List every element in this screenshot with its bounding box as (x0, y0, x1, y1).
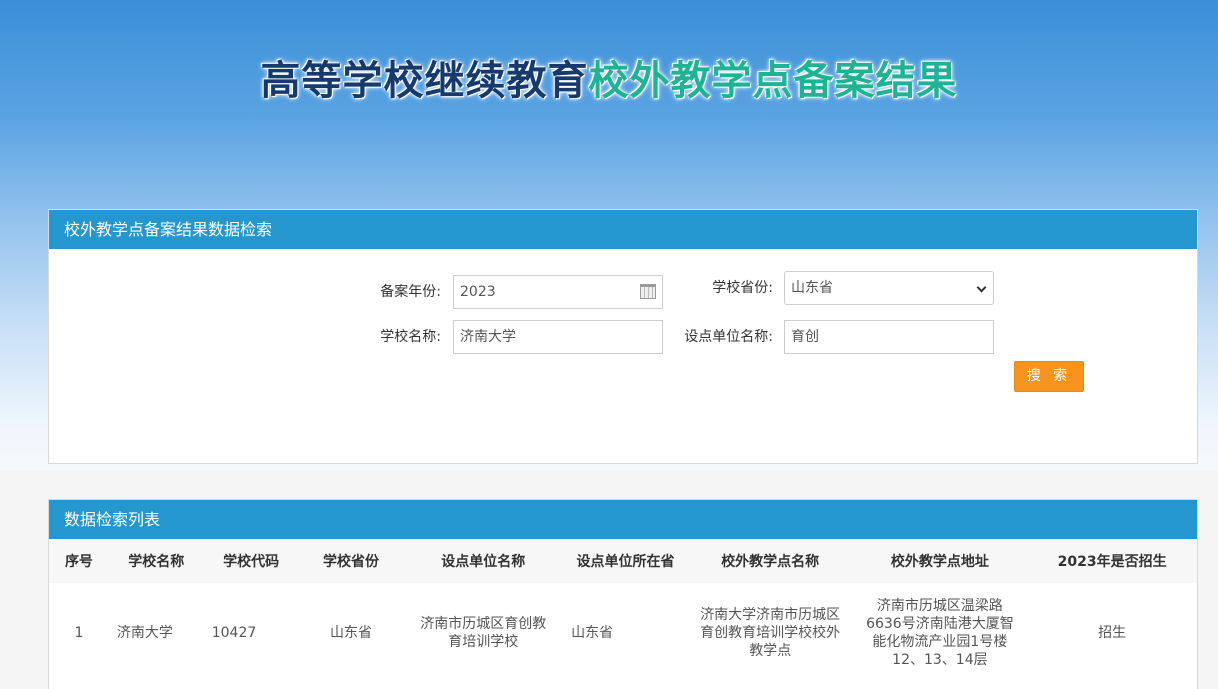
column-header: 校外教学点地址 (852, 539, 1028, 583)
cell-unit-name: 济南市历城区育创教育培训学校 (420, 616, 547, 650)
year-label: 备案年份: (380, 284, 441, 300)
column-header: 学校代码 (203, 539, 299, 583)
column-header: 序号 (49, 539, 109, 583)
cell-school-province: 山东省 (330, 625, 372, 641)
cell-enrollment: 招生 (1098, 625, 1127, 641)
column-header: 学校名称 (108, 539, 204, 583)
chevron-down-icon (976, 282, 987, 293)
year-input[interactable]: 2023 (453, 275, 663, 309)
school-value: 济南大学 (460, 329, 516, 345)
cell-site-address: 济南市历城区温梁路6636号济南陆港大厦智能化物流产业园1号楼12、13、14层 (866, 598, 1014, 668)
search-panel-header: 校外教学点备案结果数据检索 (49, 210, 1197, 249)
table-header-row: 序号 学校名称 学校代码 学校省份 设点单位名称 设点单位所在省 校外教学点名称… (49, 539, 1197, 583)
unit-input[interactable]: 育创 (784, 320, 994, 354)
search-form: 备案年份: 2023 学校省份: 山东省 学校名称: 济南大学 设点单位名称: … (49, 249, 1197, 463)
province-label: 学校省份: (712, 280, 773, 296)
cell-unit-province: 山东省 (571, 625, 614, 641)
calendar-icon[interactable] (640, 284, 656, 299)
column-header: 校外教学点名称 (687, 539, 853, 583)
results-table: 序号 学校名称 学校代码 学校省份 设点单位名称 设点单位所在省 校外教学点名称… (49, 539, 1197, 683)
column-header: 设点单位所在省 (563, 539, 688, 583)
column-header: 学校省份 (298, 539, 404, 583)
province-select[interactable]: 山东省 (784, 271, 994, 305)
search-button[interactable]: 搜 索 (1014, 361, 1084, 392)
results-panel-header: 数据检索列表 (49, 500, 1197, 539)
table-row: 1 济南大学 10427 山东省 济南市历城区育创教育培训学校 山东省 济南大学… (49, 583, 1197, 683)
cell-index: 1 (74, 625, 84, 641)
province-value: 山东省 (791, 280, 833, 296)
column-header: 2023年是否招生 (1027, 539, 1197, 583)
page-title: 高等学校继续教育校外教学点备案结果 (0, 48, 1218, 106)
results-panel: 数据检索列表 序号 学校名称 学校代码 学校省份 设点单位名称 设点单位所在省 … (48, 499, 1198, 689)
unit-value: 育创 (791, 329, 819, 345)
year-value: 2023 (460, 284, 496, 300)
page-title-part2: 校外教学点备案结果 (588, 58, 958, 104)
cell-site-name: 济南大学济南市历城区育创教育培训学校校外教学点 (700, 607, 841, 659)
search-panel: 校外教学点备案结果数据检索 备案年份: 2023 学校省份: 山东省 学校名称:… (48, 209, 1198, 464)
cell-school-name: 济南大学 (116, 625, 173, 641)
school-input[interactable]: 济南大学 (453, 320, 663, 354)
page-title-part1: 高等学校继续教育 (260, 58, 589, 104)
unit-label: 设点单位名称: (684, 329, 773, 345)
school-label: 学校名称: (380, 329, 441, 345)
cell-school-code: 10427 (211, 625, 257, 641)
column-header: 设点单位名称 (403, 539, 564, 583)
